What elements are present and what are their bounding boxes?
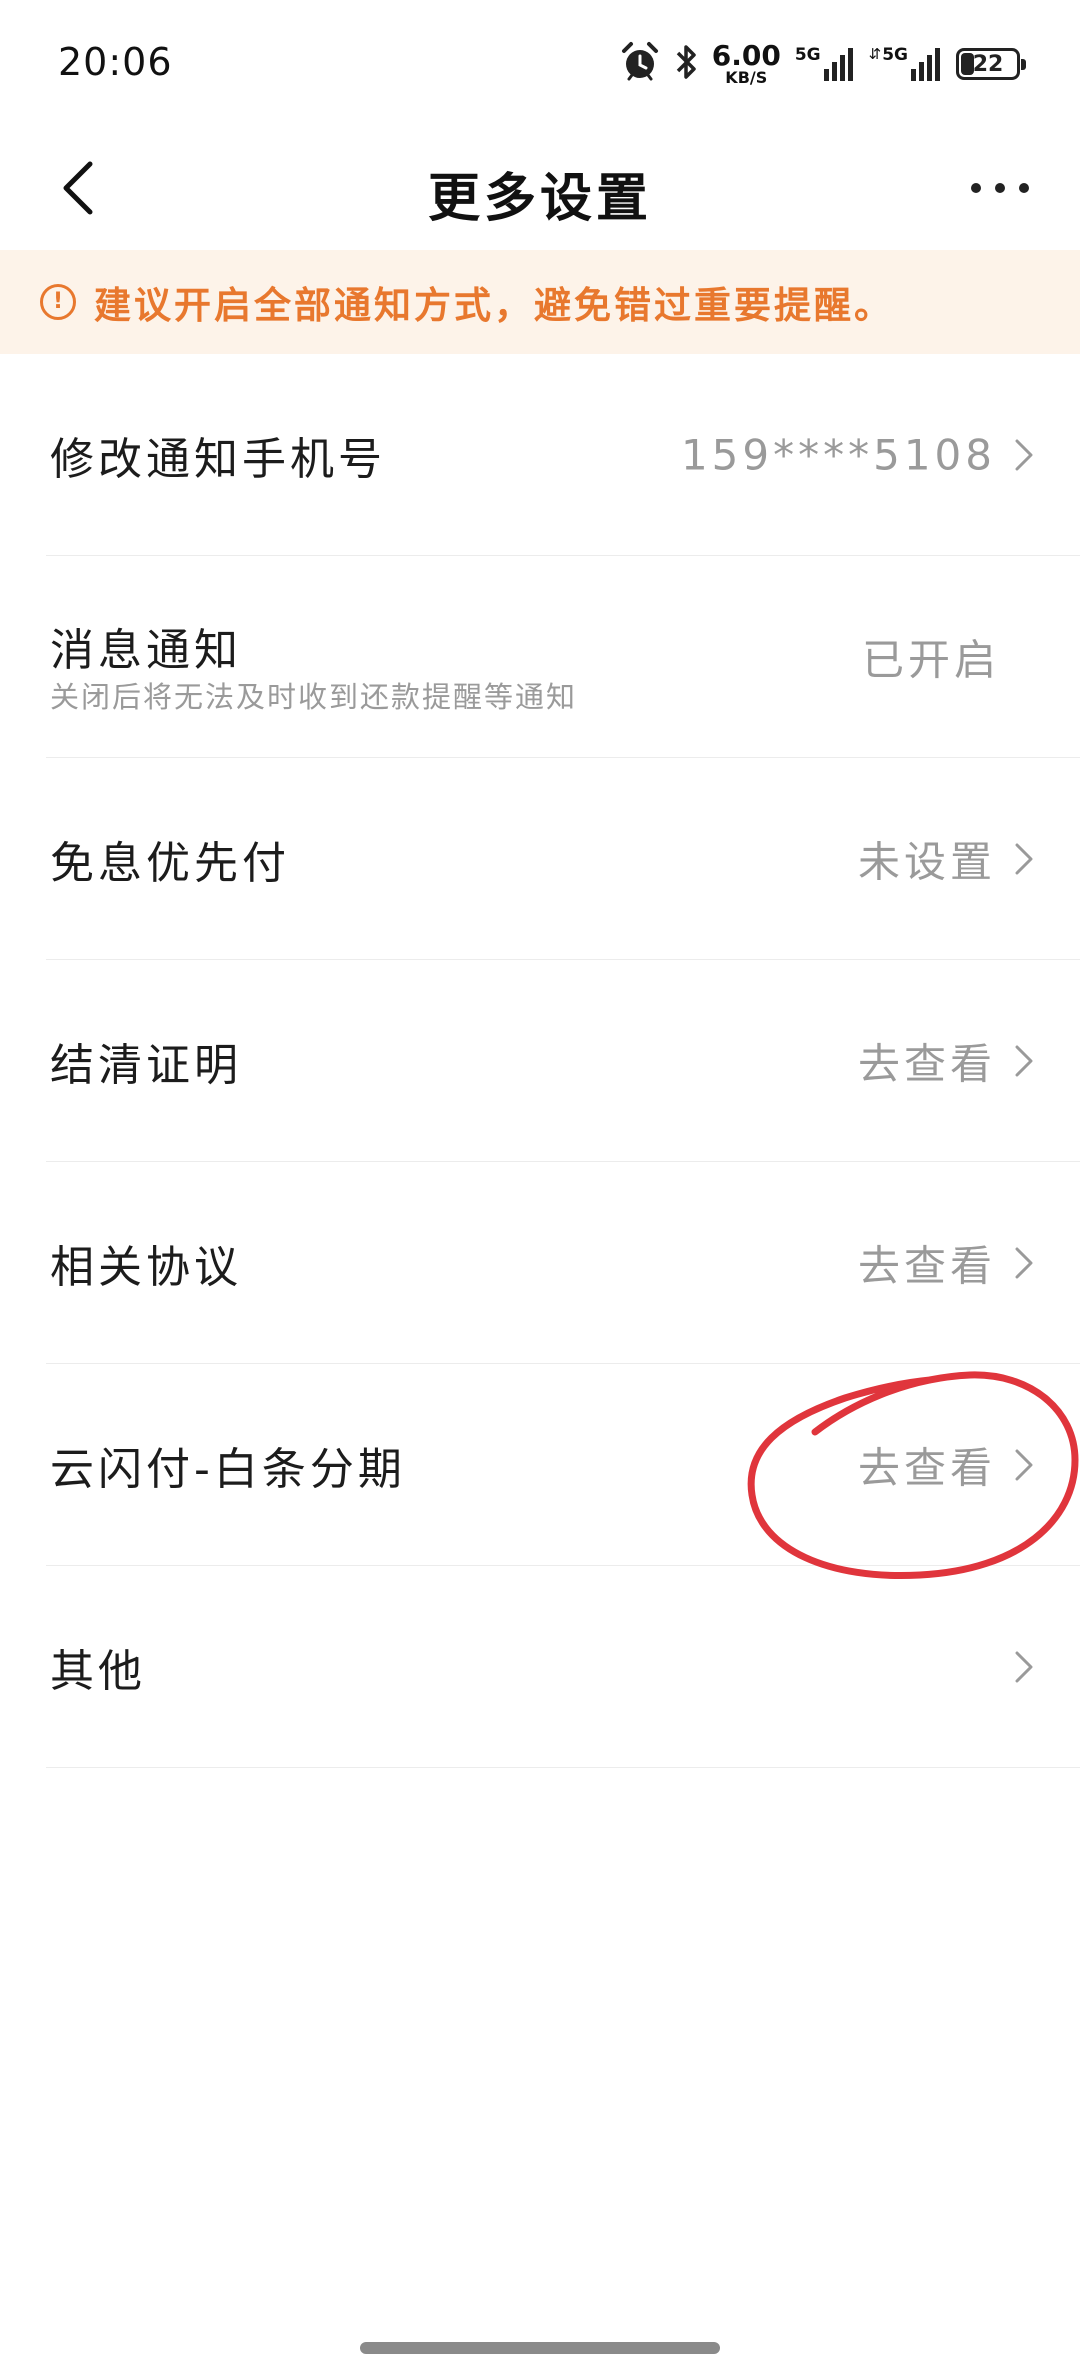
more-button[interactable] (950, 148, 1050, 228)
chevron-right-icon (1015, 1045, 1033, 1076)
bluetooth-icon (674, 42, 698, 86)
setting-value: 未设置 (857, 837, 996, 886)
setting-value: 159****5108 (680, 430, 996, 479)
more-dot (1019, 183, 1029, 193)
setting-label: 云闪付-白条分期 (50, 1443, 406, 1495)
home-indicator[interactable] (360, 2342, 720, 2354)
setting-row-unionpay-installment[interactable]: 云闪付-白条分期 去查看 (46, 1364, 1080, 1566)
net-speed: 6.00 KB/S (712, 42, 781, 86)
setting-label: 修改通知手机号 (50, 433, 386, 485)
net-speed-value: 6.00 (711, 39, 781, 72)
notice-banner: ! 建议开启全部通知方式，避免错过重要提醒。 (0, 250, 1080, 354)
setting-value: 去查看 (857, 1039, 996, 1088)
page-title: 更多设置 (427, 169, 652, 229)
signal-5g-icon: 5G (795, 45, 855, 83)
more-dot (995, 183, 1005, 193)
setting-subtitle: 关闭后将无法及时收到还款提醒等通知 (50, 680, 578, 714)
chevron-right-icon (1015, 843, 1033, 874)
signal-5g-label: 5G (882, 45, 908, 65)
chevron-right-icon (1015, 1449, 1033, 1480)
alarm-icon (620, 41, 660, 87)
battery-level: 22 (972, 51, 1004, 77)
status-time: 20:06 (58, 40, 173, 84)
chevron-right-icon (1015, 439, 1033, 470)
status-icons: 6.00 KB/S 5G ⇵ 5G 22 (620, 38, 1026, 90)
more-horizontal-icon (971, 183, 981, 193)
setting-label: 结清证明 (50, 1039, 242, 1091)
setting-label: 相关协议 (50, 1241, 242, 1293)
setting-label: 免息优先付 (50, 837, 290, 889)
signal-5g-label: 5G (794, 45, 821, 65)
chevron-right-icon (1015, 1247, 1033, 1278)
setting-row-other[interactable]: 其他 (46, 1566, 1080, 1768)
signal-5g-icon: ⇵ 5G (869, 45, 942, 83)
warning-circle-icon: ! (40, 284, 76, 320)
battery-cap (1021, 59, 1026, 70)
setting-row-settlement-proof[interactable]: 结清证明 去查看 (46, 960, 1080, 1162)
battery-icon: 22 (956, 48, 1026, 80)
status-bar: 20:06 6.00 KB/S 5G ⇵ 5G 22 (0, 0, 1080, 128)
setting-label: 消息通知 (50, 625, 242, 676)
setting-row-phone[interactable]: 修改通知手机号 159****5108 (46, 354, 1080, 556)
setting-value: 去查看 (857, 1443, 996, 1492)
setting-row-agreements[interactable]: 相关协议 去查看 (46, 1162, 1080, 1364)
setting-row-interest-free[interactable]: 免息优先付 未设置 (46, 758, 1080, 960)
setting-label: 其他 (50, 1645, 146, 1697)
setting-value: 去查看 (857, 1241, 996, 1290)
setting-row-message-notification[interactable]: 消息通知 关闭后将无法及时收到还款提醒等通知 已开启 (46, 556, 1080, 758)
settings-list: 修改通知手机号 159****5108 消息通知 关闭后将无法及时收到还款提醒等… (0, 354, 1080, 1768)
net-speed-unit: KB/S (725, 68, 768, 87)
nav-bar: 更多设置 (0, 128, 1080, 248)
notice-text: 建议开启全部通知方式，避免错过重要提醒。 (94, 284, 894, 327)
setting-value: 已开启 (861, 635, 1000, 684)
chevron-right-icon (1015, 1651, 1033, 1682)
data-arrows-icon: ⇵ (868, 45, 882, 63)
